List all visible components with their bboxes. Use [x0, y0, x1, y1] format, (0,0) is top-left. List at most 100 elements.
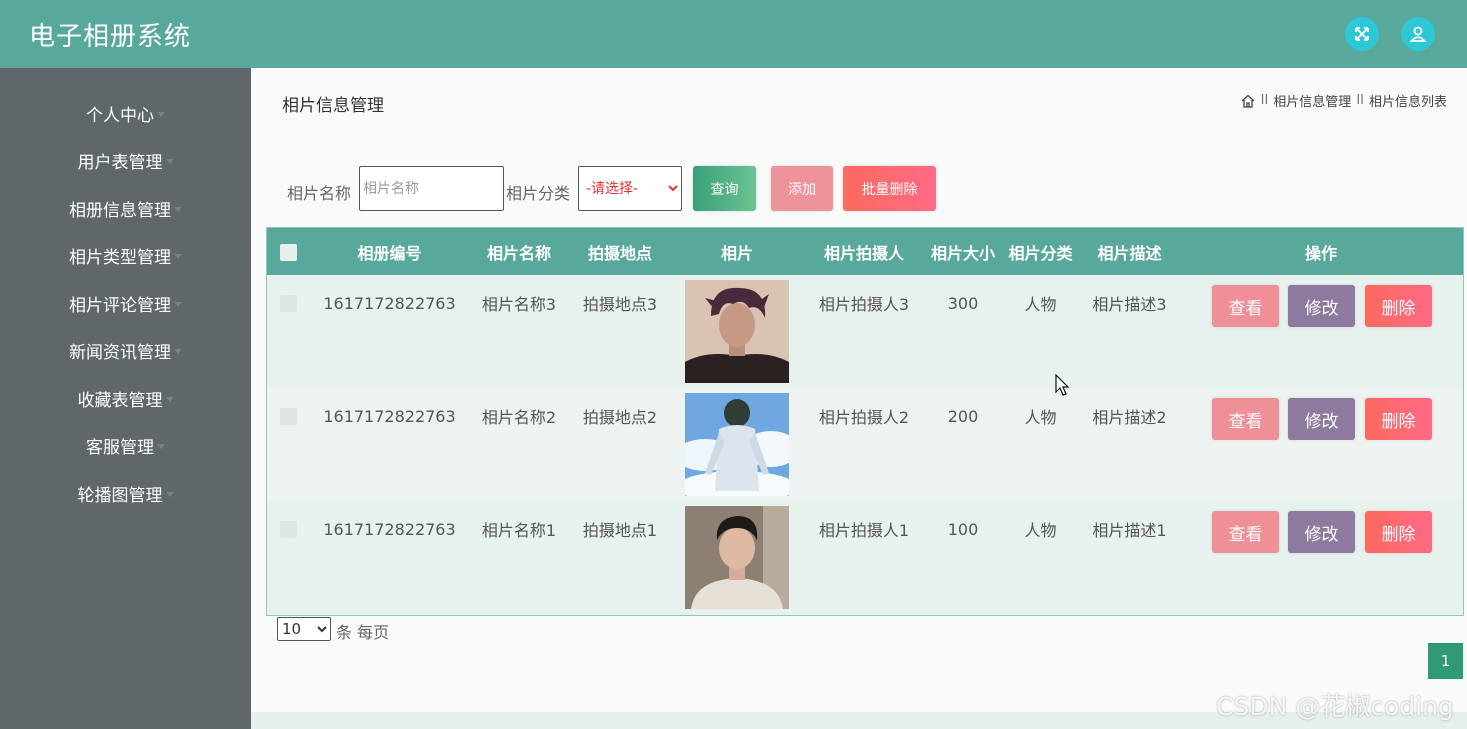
cell-photo-name: 相片名称1: [481, 521, 557, 540]
anime-sky-image: [685, 393, 789, 496]
cell-description: 相片描述3: [1092, 295, 1167, 314]
photo-thumbnail-portrait[interactable]: [685, 280, 789, 383]
table-row: 1617172822763 相片名称2 拍摄地点2 相片拍摄人2 200 人物 …: [267, 388, 1463, 501]
cell-photographer: 相片拍摄人2: [818, 408, 910, 427]
cell-size: 300: [947, 293, 979, 313]
add-button[interactable]: 添加: [771, 166, 833, 211]
photo-thumbnail-selfie[interactable]: [685, 506, 789, 609]
page-button-current[interactable]: 1: [1428, 643, 1463, 679]
cell-description: 相片描述1: [1092, 521, 1167, 540]
cell-photo-name: 相片名称3: [481, 295, 557, 314]
sidebar-item-news[interactable]: 新闻资讯管理: [0, 335, 251, 365]
table-header: 相册编号 相片名称 拍摄地点 相片 相片拍摄人 相片大小 相片分类 相片描述 操…: [267, 228, 1463, 275]
sidebar-item-label: 相册信息管理: [69, 200, 171, 221]
sidebar-item-favorites[interactable]: 收藏表管理: [0, 383, 251, 413]
breadcrumb-separator: II: [1260, 93, 1269, 108]
row-checkbox[interactable]: [280, 408, 297, 425]
cell-location: 拍摄地点3: [582, 295, 658, 314]
view-button[interactable]: 查看: [1212, 511, 1279, 553]
sidebar-item-personal-center[interactable]: 个人中心: [0, 98, 251, 128]
breadcrumb-item[interactable]: 相片信息管理: [1273, 91, 1351, 110]
sidebar-item-customer-service[interactable]: 客服管理: [0, 430, 251, 460]
expand-arrows-icon: [1355, 27, 1369, 41]
sidebar-item-label: 相片类型管理: [69, 247, 171, 268]
edit-button[interactable]: 修改: [1288, 285, 1355, 327]
view-button[interactable]: 查看: [1212, 398, 1279, 440]
view-button[interactable]: 查看: [1212, 285, 1279, 327]
sidebar-item-photo-comments[interactable]: 相片评论管理: [0, 288, 251, 318]
user-icon: [1409, 26, 1427, 42]
cell-album-no: 1617172822763: [323, 406, 456, 426]
header-actions: 操作: [1304, 243, 1337, 263]
cell-description: 相片描述2: [1092, 408, 1167, 427]
photo-thumbnail-sky[interactable]: [685, 393, 789, 496]
select-all-checkbox[interactable]: [280, 244, 297, 261]
sidebar-item-carousel[interactable]: 轮播图管理: [0, 478, 251, 508]
cell-photo-name: 相片名称2: [481, 408, 557, 427]
sidebar-item-label: 用户表管理: [77, 152, 163, 173]
delete-button[interactable]: 删除: [1365, 398, 1432, 440]
sidebar-item-photo-types[interactable]: 相片类型管理: [0, 240, 251, 270]
table-row: 1617172822763 相片名称1 拍摄地点1 相片拍摄人1 100 人物 …: [267, 501, 1463, 614]
row-checkbox[interactable]: [280, 521, 297, 538]
sidebar-item-label: 个人中心: [86, 105, 154, 126]
header-album-no: 相册编号: [357, 243, 422, 263]
query-button[interactable]: 查询: [693, 166, 756, 211]
cell-size: 200: [947, 406, 979, 426]
cell-category: 人物: [1024, 521, 1057, 540]
top-bar: 电子相册系统: [0, 0, 1467, 68]
selfie-image: [685, 506, 789, 609]
header-photographer: 相片拍摄人: [823, 243, 904, 263]
cell-size: 100: [947, 519, 979, 539]
edit-button[interactable]: 修改: [1288, 511, 1355, 553]
category-filter-label: 相片分类: [506, 184, 571, 203]
caret-down-icon: [174, 253, 182, 259]
caret-down-icon: [165, 396, 174, 402]
batch-delete-button[interactable]: 批量删除: [843, 166, 936, 211]
page-size-select[interactable]: 10: [277, 617, 331, 641]
header-photo-name: 相片名称: [486, 243, 551, 263]
portrait-image: [685, 280, 789, 383]
mouse-cursor-icon: [1055, 374, 1070, 396]
caret-down-icon: [165, 491, 174, 497]
sidebar-item-label: 相片评论管理: [69, 295, 171, 316]
cell-photographer: 相片拍摄人1: [818, 521, 910, 540]
cell-album-no: 1617172822763: [323, 519, 456, 539]
user-button[interactable]: [1401, 17, 1435, 51]
cell-album-no: 1617172822763: [323, 293, 456, 313]
header-location: 拍摄地点: [587, 243, 652, 263]
table-row: 1617172822763 相片名称3 拍摄地点3 相片拍摄人3 300 人物 …: [267, 275, 1463, 388]
breadcrumb: II 相片信息管理 II 相片信息列表: [1240, 91, 1447, 110]
cell-location: 拍摄地点1: [582, 521, 658, 540]
cell-category: 人物: [1024, 295, 1057, 314]
sidebar-item-label: 新闻资讯管理: [69, 342, 171, 363]
app-title: 电子相册系统: [29, 22, 192, 52]
watermark: CSDN @花椒coding: [1216, 692, 1454, 721]
name-search-input[interactable]: [359, 166, 504, 211]
edit-button[interactable]: 修改: [1288, 398, 1355, 440]
breadcrumb-separator: II: [1356, 93, 1364, 108]
cell-location: 拍摄地点2: [582, 408, 658, 427]
sidebar-item-label: 客服管理: [86, 437, 154, 458]
page-size-label: 条 每页: [336, 623, 390, 642]
caret-down-icon: [157, 443, 165, 449]
sidebar-item-albums[interactable]: 相册信息管理: [0, 193, 251, 223]
sidebar-item-users[interactable]: 用户表管理: [0, 145, 251, 175]
row-checkbox[interactable]: [280, 295, 297, 312]
caret-down-icon: [157, 111, 165, 117]
caret-down-icon: [174, 348, 182, 354]
breadcrumb-item: 相片信息列表: [1368, 95, 1447, 110]
delete-button[interactable]: 删除: [1365, 285, 1432, 327]
caret-down-icon: [165, 158, 174, 164]
category-select[interactable]: -请选择-: [578, 166, 682, 211]
sidebar-item-label: 收藏表管理: [77, 390, 163, 411]
caret-down-icon: [174, 301, 182, 307]
cell-category: 人物: [1024, 408, 1057, 427]
header-description: 相片描述: [1097, 243, 1162, 263]
fullscreen-button[interactable]: [1345, 17, 1379, 51]
photo-table: 相册编号 相片名称 拍摄地点 相片 相片拍摄人 相片大小 相片分类 相片描述 操…: [266, 227, 1464, 616]
cell-photographer: 相片拍摄人3: [818, 295, 910, 314]
home-icon[interactable]: [1240, 93, 1256, 109]
header-category: 相片分类: [1008, 243, 1073, 263]
delete-button[interactable]: 删除: [1365, 511, 1432, 553]
